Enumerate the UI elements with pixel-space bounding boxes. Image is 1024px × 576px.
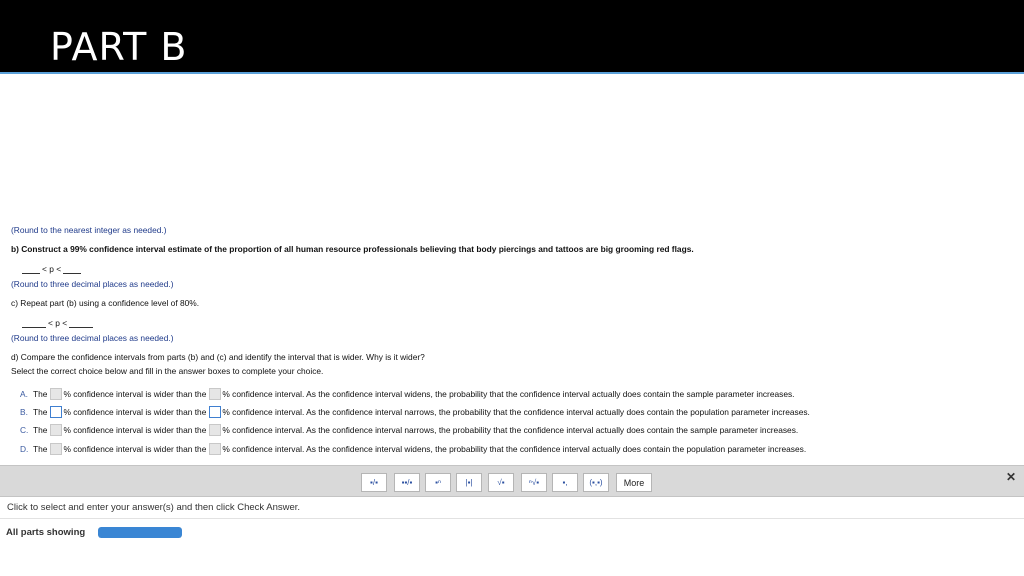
page-title: PART B <box>50 25 188 69</box>
question-c-prompt: c) Repeat part (b) using a confidence le… <box>11 298 200 308</box>
more-button[interactable]: More <box>616 473 652 492</box>
interval-b: < p < <box>22 264 82 274</box>
upper-bound-b-input[interactable] <box>63 265 82 274</box>
exponent-icon[interactable]: ▪ⁿ <box>425 473 451 492</box>
header-divider <box>0 72 1024 74</box>
progress-fill <box>98 527 182 538</box>
choice-text: The <box>33 407 48 417</box>
lower-bound-c-input[interactable] <box>22 319 46 328</box>
answer-box[interactable] <box>50 443 63 455</box>
choice-text: The <box>33 389 48 399</box>
choice-text: % confidence interval. As the confidence… <box>222 407 810 417</box>
choice-d[interactable]: D. The % confidence interval is wider th… <box>20 442 806 456</box>
nth-root-icon[interactable]: ⁿ√▪ <box>521 473 547 492</box>
answer-box[interactable] <box>50 406 63 418</box>
answer-box[interactable] <box>209 388 222 400</box>
inequality-c: < p < <box>48 318 68 328</box>
close-icon[interactable]: ✕ <box>1006 470 1016 484</box>
interval-icon[interactable]: (▪,▪) <box>583 473 609 492</box>
footer-instruction: Click to select and enter your answer(s)… <box>7 502 301 513</box>
choice-letter: D. <box>20 444 29 454</box>
lower-bound-b-input[interactable] <box>22 265 40 274</box>
choice-text: % confidence interval is wider than the <box>63 389 207 399</box>
question-b-prompt: b) Construct a 99% confidence interval e… <box>11 244 694 254</box>
choice-b[interactable]: B. The % confidence interval is wider th… <box>20 405 810 419</box>
choice-text: % confidence interval is wider than the <box>63 444 207 454</box>
subscript-icon[interactable]: ▪, <box>552 473 578 492</box>
math-toolbar: ▪/▪ ▪▪/▪ ▪ⁿ |▪| √▪ ⁿ√▪ ▪, (▪,▪) More ✕ <box>0 465 1024 497</box>
answer-box[interactable] <box>209 443 222 455</box>
mixed-number-icon[interactable]: ▪▪/▪ <box>394 473 420 492</box>
answer-box[interactable] <box>209 406 222 418</box>
footer-divider <box>0 518 1024 519</box>
choice-text: % confidence interval. As the confidence… <box>222 444 807 454</box>
round-note-a: (Round to the nearest integer as needed.… <box>11 225 167 235</box>
upper-bound-c-input[interactable] <box>69 319 94 328</box>
choice-text: % confidence interval. As the confidence… <box>222 389 795 399</box>
choice-text: % confidence interval is wider than the <box>63 407 207 417</box>
all-parts-label: All parts showing <box>6 527 86 538</box>
fraction-icon[interactable]: ▪/▪ <box>361 473 387 492</box>
choice-text: The <box>33 425 48 435</box>
interval-c: < p < <box>22 318 94 328</box>
progress-bar <box>98 527 182 538</box>
round-note-c: (Round to three decimal places as needed… <box>11 333 174 343</box>
choice-a[interactable]: A. The % confidence interval is wider th… <box>20 387 795 401</box>
answer-box[interactable] <box>209 424 222 436</box>
choice-letter: B. <box>20 407 28 417</box>
sqrt-icon[interactable]: √▪ <box>488 473 514 492</box>
question-d-instruction: Select the correct choice below and fill… <box>11 366 324 376</box>
round-note-b: (Round to three decimal places as needed… <box>11 279 174 289</box>
header-bar: PART B <box>0 0 1024 73</box>
choice-text: The <box>33 444 48 454</box>
choice-letter: C. <box>20 425 29 435</box>
choice-text: % confidence interval is wider than the <box>63 425 207 435</box>
choice-c[interactable]: C. The % confidence interval is wider th… <box>20 423 798 437</box>
absolute-value-icon[interactable]: |▪| <box>456 473 482 492</box>
choice-letter: A. <box>20 389 28 399</box>
inequality-b: < p < <box>42 264 62 274</box>
answer-box[interactable] <box>50 388 63 400</box>
answer-box[interactable] <box>50 424 63 436</box>
question-d-prompt: d) Compare the confidence intervals from… <box>11 352 425 362</box>
choice-text: % confidence interval. As the confidence… <box>222 425 799 435</box>
